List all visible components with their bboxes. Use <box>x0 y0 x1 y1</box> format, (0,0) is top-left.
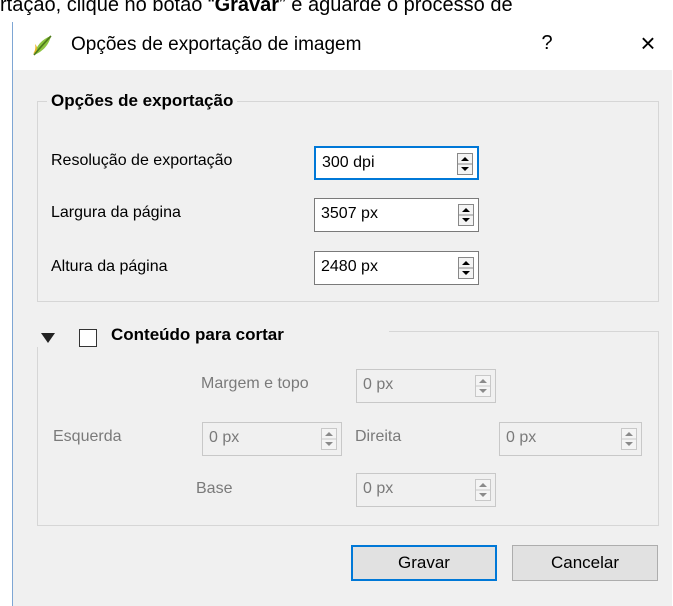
right-margin-spinbox[interactable]: 0 px <box>499 422 642 456</box>
resolution-label: Resolução de exportação <box>51 152 233 169</box>
screenshot: rtação, clique no botão “Gravar” e aguar… <box>0 0 673 606</box>
top-margin-label: Margem e topo <box>201 375 309 392</box>
qgis-app-icon <box>33 35 52 56</box>
stepper-arrows-icon <box>458 157 472 171</box>
top-margin-value: 0 px <box>363 376 394 393</box>
page-height-label: Altura da página <box>51 258 168 275</box>
resolution-stepper[interactable] <box>457 153 473 175</box>
stepper-arrows-icon <box>476 379 490 393</box>
page-width-label: Largura da página <box>51 204 181 221</box>
left-margin-stepper[interactable] <box>321 428 337 450</box>
page-height-spinbox[interactable]: 2480 px <box>314 251 479 285</box>
page-width-value: 3507 px <box>321 205 378 222</box>
right-margin-stepper[interactable] <box>621 428 637 450</box>
document-text-bold: Gravar <box>214 0 280 16</box>
dialog-title: Opções de exportação de imagem <box>71 34 362 55</box>
document-text-before: rtação, clique no botão “ <box>0 0 215 16</box>
collapse-arrow-icon[interactable] <box>41 333 55 343</box>
left-margin-label: Esquerda <box>53 428 122 445</box>
bottom-margin-label: Base <box>196 480 233 497</box>
help-button[interactable]: ? <box>537 32 557 55</box>
page-width-spinbox[interactable]: 3507 px <box>314 198 479 232</box>
top-margin-stepper[interactable] <box>475 375 491 397</box>
save-button[interactable]: Gravar <box>351 545 497 581</box>
bottom-margin-stepper[interactable] <box>475 479 491 501</box>
page-height-stepper[interactable] <box>458 257 474 279</box>
close-button[interactable]: × <box>635 28 661 59</box>
right-margin-label: Direita <box>355 428 402 445</box>
stepper-arrows-icon <box>459 261 473 275</box>
right-margin-value: 0 px <box>506 429 537 446</box>
resolution-value: 300 dpi <box>322 154 375 171</box>
bottom-margin-value: 0 px <box>363 480 394 497</box>
top-margin-spinbox[interactable]: 0 px <box>356 369 496 403</box>
stepper-arrows-icon <box>459 208 473 222</box>
page-height-value: 2480 px <box>321 258 378 275</box>
cancel-button[interactable]: Cancelar <box>512 545 658 581</box>
stepper-arrows-icon <box>322 432 336 446</box>
export-image-dialog: Opções de exportação de imagem ? × Opçõe… <box>12 22 673 606</box>
crop-content-checkbox[interactable] <box>79 329 97 347</box>
bottom-margin-spinbox[interactable]: 0 px <box>356 473 496 507</box>
crop-content-title: Conteúdo para cortar <box>111 325 284 345</box>
document-text-after: ” e aguarde o processo de <box>279 0 513 16</box>
left-margin-value: 0 px <box>209 429 240 446</box>
export-options-title: Opções de exportação <box>47 91 238 111</box>
stepper-arrows-icon <box>476 483 490 497</box>
left-margin-spinbox[interactable]: 0 px <box>202 422 342 456</box>
resolution-spinbox[interactable]: 300 dpi <box>314 146 479 180</box>
stepper-arrows-icon <box>622 432 636 446</box>
document-text: rtação, clique no botão “Gravar” e aguar… <box>0 0 513 17</box>
title-bar: Opções de exportação de imagem ? × <box>13 22 673 70</box>
page-width-stepper[interactable] <box>458 204 474 226</box>
